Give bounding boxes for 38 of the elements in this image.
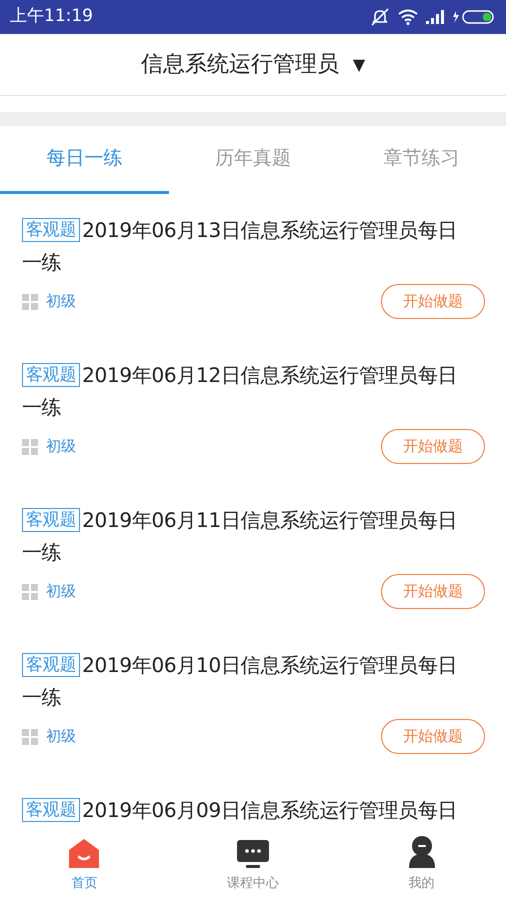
start-button[interactable]: 开始做题 — [381, 574, 485, 609]
exercise-title[interactable]: 客观题 2019年06月11日信息系统运行管理员每日一练 — [22, 504, 485, 568]
grid-icon — [22, 584, 38, 600]
category-tag: 客观题 — [22, 508, 80, 532]
category-tag: 客观题 — [22, 653, 80, 677]
difficulty-level: 初级 — [46, 291, 76, 312]
difficulty-level: 初级 — [46, 726, 76, 748]
start-button[interactable]: 开始做题 — [381, 429, 485, 464]
battery-charging-icon — [452, 10, 496, 24]
tab[interactable]: 章节练习 — [337, 126, 506, 194]
difficulty-level: 初级 — [46, 581, 76, 602]
exercise-title[interactable]: 客观题 2019年06月09日信息系统运行管理员每日 — [22, 794, 485, 826]
start-button[interactable]: 开始做题 — [381, 719, 485, 754]
exercise-title[interactable]: 客观题 2019年06月10日信息系统运行管理员每日一练 — [22, 649, 485, 713]
difficulty-level: 初级 — [46, 436, 76, 458]
start-button[interactable]: 开始做题 — [381, 284, 485, 319]
nav-tab[interactable]: 我的 — [337, 832, 506, 900]
person-icon — [408, 836, 436, 868]
nav-tab[interactable]: 课程中心 — [168, 832, 338, 900]
mute-icon — [370, 8, 390, 26]
header-title: 信息系统运行管理员 — [140, 51, 339, 79]
monitor-icon — [237, 840, 269, 868]
house-icon — [68, 838, 100, 868]
category-tag: 客观题 — [22, 363, 80, 387]
dropdown-caret[interactable]: ▼ — [352, 52, 366, 76]
grid-icon — [22, 294, 38, 310]
grid-icon — [22, 728, 38, 744]
exercise-title[interactable]: 客观题 2019年06月12日信息系统运行管理员每日一练 — [22, 359, 485, 423]
signal-icon — [426, 10, 444, 24]
nav-tab[interactable]: 首页 — [0, 832, 169, 900]
exercise-title[interactable]: 客观题 2019年06月13日信息系统运行管理员每日一练 — [22, 214, 485, 278]
category-tag: 客观题 — [22, 218, 80, 242]
category-tag: 客观题 — [22, 798, 80, 822]
grid-icon — [22, 438, 38, 454]
wifi-icon — [398, 9, 418, 25]
tab[interactable]: 每日一练 — [0, 126, 169, 194]
tab[interactable]: 历年真题 — [168, 126, 338, 194]
status-time: 上午11:19 — [10, 5, 93, 28]
